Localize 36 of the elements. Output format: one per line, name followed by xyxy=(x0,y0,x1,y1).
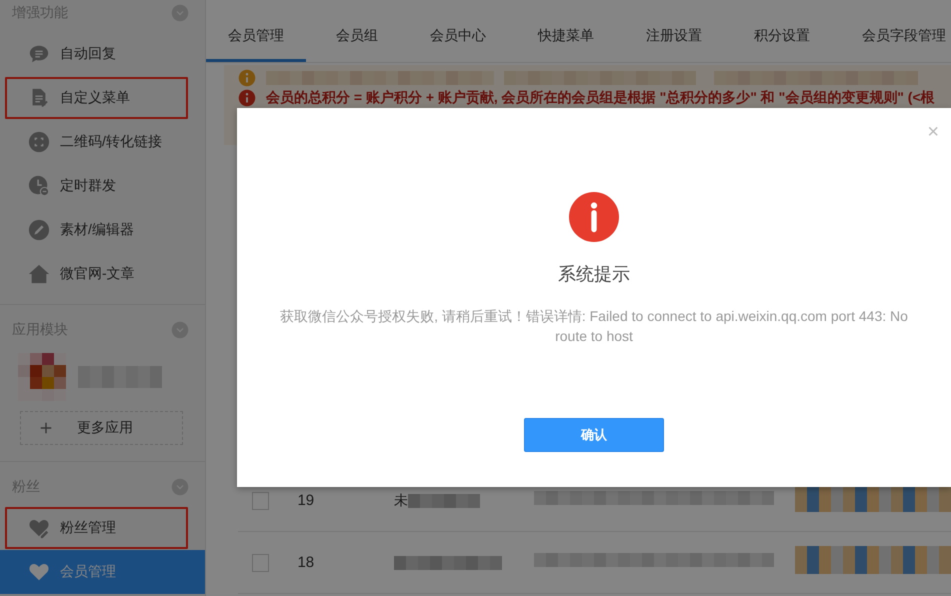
info-icon xyxy=(238,69,256,87)
tab[interactable]: 积分设置 xyxy=(732,27,832,62)
tab[interactable]: 快捷菜单 xyxy=(516,27,616,62)
tab[interactable]: 注册设置 xyxy=(624,27,724,62)
sidebar-item[interactable]: 会员管理 xyxy=(0,550,205,594)
qr-scan-icon xyxy=(28,131,50,153)
tab[interactable]: 会员管理 xyxy=(206,27,306,62)
house-icon xyxy=(28,263,50,285)
sidebar-item[interactable]: 二维码/转化链接 xyxy=(0,120,205,164)
tab[interactable]: 会员字段管理 xyxy=(840,27,951,62)
confirm-button[interactable]: 确认 xyxy=(524,418,664,452)
tab[interactable]: 会员组 xyxy=(314,27,400,62)
row-checkbox[interactable] xyxy=(252,492,270,510)
sidebar-item[interactable]: 素材/编辑器 xyxy=(0,208,205,252)
sidebar-item[interactable]: 定时群发 xyxy=(0,164,205,208)
heart-edit-icon xyxy=(28,517,50,539)
sidebar-item[interactable]: 粉丝管理 xyxy=(4,506,189,550)
sidebar-item[interactable]: 自动回复 xyxy=(0,32,205,76)
row-number: 18 xyxy=(297,554,316,571)
heart-icon xyxy=(28,561,50,583)
table-cell: 未 xyxy=(394,492,408,510)
clock-icon xyxy=(28,175,50,197)
chat-bubble-icon xyxy=(28,43,50,65)
more-apps-button[interactable]: 更多应用 xyxy=(20,411,183,445)
row-checkbox[interactable] xyxy=(252,554,270,572)
tab[interactable]: 会员中心 xyxy=(408,27,508,62)
dialog-title: 系统提示 xyxy=(557,263,631,286)
info-icon xyxy=(569,192,619,242)
notice-text: 会员的总积分 = 账户积分 + 账户贡献, 会员所在的会员组是根据 "总积分的多少" 和 "会员组的变更规则" (<根 xyxy=(266,89,935,107)
info-icon xyxy=(238,89,256,107)
error-message: 获取微信公众号授权失败, 请稍后重试！错误详情: Failed to connect to api.weixin.qq.com port 443: No route to host xyxy=(279,307,909,346)
sidebar-item[interactable]: 自定义菜单 xyxy=(4,76,189,120)
sidebar-item[interactable]: 微官网-文章 xyxy=(0,252,205,296)
pencil-icon xyxy=(28,219,50,241)
row-number: 19 xyxy=(297,492,316,509)
plus-icon xyxy=(39,421,53,435)
